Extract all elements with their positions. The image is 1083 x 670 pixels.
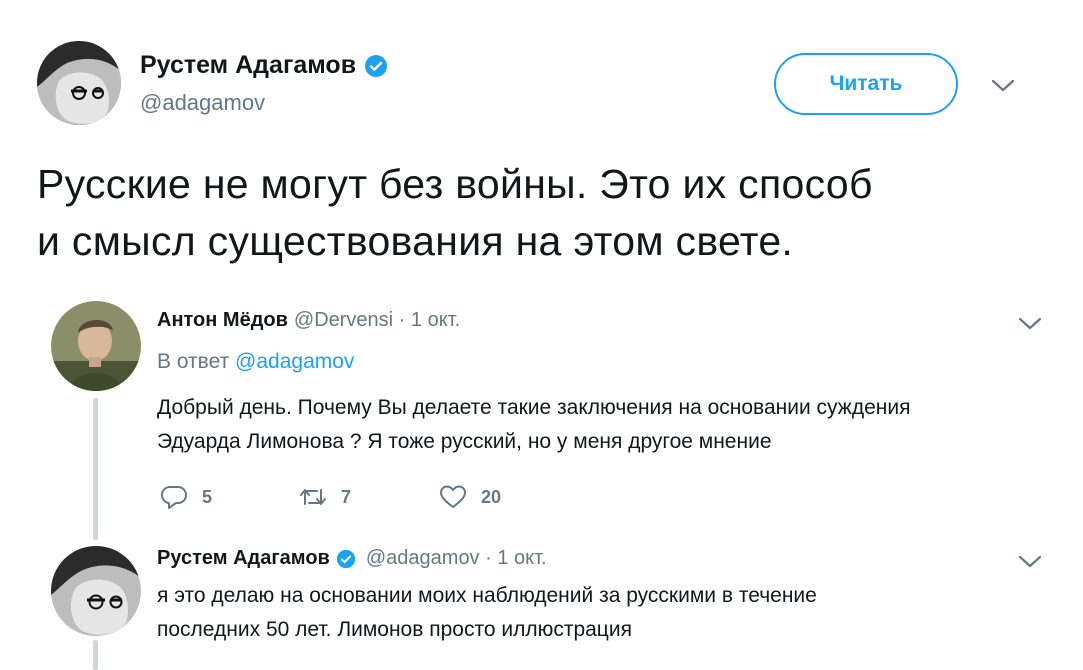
like-action[interactable]: 20 bbox=[439, 483, 501, 511]
author-name-text[interactable]: Рустем Адагамов bbox=[140, 51, 356, 80]
retweet-count: 7 bbox=[341, 486, 352, 507]
verified-badge-icon bbox=[336, 549, 356, 569]
thread-line bbox=[93, 640, 98, 670]
like-count: 20 bbox=[481, 486, 502, 507]
chevron-down-icon[interactable] bbox=[990, 78, 1016, 94]
reply-count: 5 bbox=[202, 486, 213, 507]
reply-to-prefix: В ответ bbox=[157, 350, 230, 373]
reply-text-line: Эдуарда Лимонова ? Я тоже русский, но у … bbox=[157, 430, 772, 453]
reply-action[interactable]: 5 bbox=[160, 483, 212, 511]
retweet-icon[interactable] bbox=[299, 483, 327, 511]
chevron-down-icon[interactable] bbox=[1017, 316, 1043, 332]
reply-meta[interactable]: @adagamov · 1 окт. bbox=[366, 547, 547, 570]
author-avatar[interactable] bbox=[37, 41, 121, 125]
reply-avatar[interactable] bbox=[51, 301, 141, 391]
tweet-text-line: и смысл существования на этом свете. bbox=[37, 218, 794, 264]
verified-badge-icon bbox=[364, 54, 388, 78]
reply-to: В ответ @adagamov bbox=[157, 350, 354, 374]
reply-icon[interactable] bbox=[160, 483, 188, 511]
author-name[interactable]: Рустем Адагамов bbox=[140, 51, 388, 80]
like-icon[interactable] bbox=[439, 483, 467, 511]
reply-to-mention[interactable]: @adagamov bbox=[235, 350, 354, 373]
reply-meta[interactable]: @Dervensi · 1 окт. bbox=[294, 309, 460, 332]
reply-avatar[interactable] bbox=[51, 546, 141, 636]
author-handle[interactable]: @adagamov bbox=[140, 90, 265, 116]
reply-text-line: последних 50 лет. Лимонов просто иллюстр… bbox=[157, 618, 632, 641]
reply-text-line: я это делаю на основании моих наблюдений… bbox=[157, 584, 817, 607]
retweet-action[interactable]: 7 bbox=[299, 483, 351, 511]
thread-line bbox=[93, 398, 98, 540]
reply-header: Антон Мёдов @Dervensi · 1 окт. bbox=[157, 309, 460, 332]
reply-text: Добрый день. Почему Вы делаете такие зак… bbox=[157, 391, 1037, 459]
reply-author-name[interactable]: Рустем Адагамов bbox=[157, 547, 330, 570]
chevron-down-icon[interactable] bbox=[1017, 554, 1043, 570]
reply-header: Рустем Адагамов @adagamov · 1 окт. bbox=[157, 547, 547, 570]
reply-text: я это делаю на основании моих наблюдений… bbox=[157, 579, 1037, 647]
follow-button[interactable]: Читать bbox=[774, 53, 958, 115]
reply-text-line: Добрый день. Почему Вы делаете такие зак… bbox=[157, 396, 911, 419]
tweet-text-line: Русские не могут без войны. Это их спосо… bbox=[37, 161, 873, 207]
tweet-text: Русские не могут без войны. Это их спосо… bbox=[37, 156, 1047, 270]
reply-author-name[interactable]: Антон Мёдов bbox=[157, 309, 288, 332]
